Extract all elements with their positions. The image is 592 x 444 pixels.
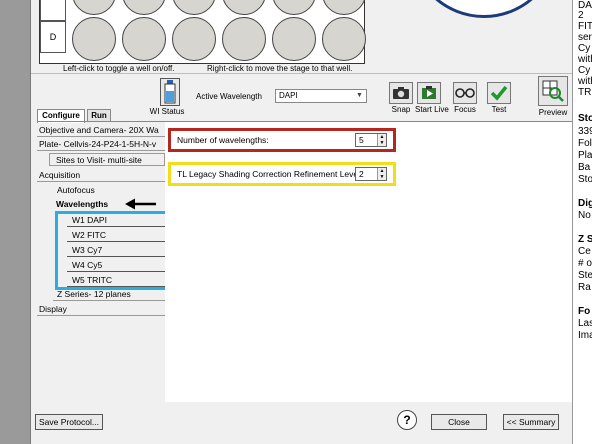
divider: [31, 73, 572, 74]
focus-button[interactable]: Focus: [451, 82, 479, 114]
tree-item-sites[interactable]: Sites to Visit- multi-site: [49, 153, 165, 166]
summary-line: # o: [578, 258, 592, 269]
test-label: Test: [491, 105, 507, 114]
summary-heading: Sto: [578, 113, 592, 124]
camera-icon: [389, 82, 413, 104]
desktop-background: [0, 0, 30, 444]
summary-line: Cy: [578, 65, 591, 76]
focus-label: Focus: [454, 105, 476, 114]
summary-line: Ima: [578, 330, 592, 341]
highlight-box-yellow: TL Legacy Shading Correction Refinement …: [168, 162, 396, 186]
well[interactable]: [122, 0, 166, 15]
tree-item-autofocus[interactable]: Autofocus: [53, 184, 165, 197]
summary-line: No: [578, 210, 591, 221]
num-wavelengths-value: 5: [359, 135, 364, 145]
settings-panel: Number of wavelengths: 5 ▲ ▼ TL Legacy S…: [165, 122, 572, 402]
start-live-button[interactable]: Start Live: [415, 82, 449, 114]
wi-status-label: WI Status: [149, 107, 185, 116]
highlight-box-blue: [55, 211, 181, 290]
chevron-down-icon: ▼: [356, 92, 363, 99]
preview-label: Preview: [538, 108, 568, 117]
well[interactable]: [322, 17, 366, 61]
well[interactable]: [222, 0, 266, 15]
summary-line: Las: [578, 318, 592, 329]
num-wavelengths-stepper[interactable]: 5 ▲ ▼: [355, 133, 387, 147]
arrow-left-icon: [125, 198, 156, 210]
tl-shading-label: TL Legacy Shading Correction Refinement …: [177, 169, 363, 179]
snap-label: Snap: [391, 105, 411, 114]
tree-item-objective[interactable]: Objective and Camera- 20X Wa: [37, 124, 165, 137]
well[interactable]: [172, 0, 216, 15]
spin-down-icon[interactable]: ▼: [377, 174, 386, 180]
row-label-c[interactable]: [40, 0, 66, 21]
summary-line: Ba: [578, 162, 591, 173]
summary-line: Sto: [578, 174, 592, 185]
summary-line: TR: [578, 87, 592, 98]
well-plate-map: D: [39, 0, 366, 64]
save-protocol-button[interactable]: Save Protocol...: [35, 414, 103, 430]
test-button[interactable]: Test: [485, 82, 513, 114]
well[interactable]: [122, 17, 166, 61]
well[interactable]: [272, 0, 316, 15]
tl-shading-value: 2: [359, 169, 364, 179]
spin-down-icon[interactable]: ▼: [377, 140, 386, 146]
row-label-d[interactable]: D: [40, 21, 66, 53]
summary-line: FIT: [578, 21, 592, 32]
well[interactable]: [172, 17, 216, 61]
tree-item-acquisition[interactable]: Acquisition: [37, 169, 165, 182]
well[interactable]: [272, 17, 316, 61]
preview-button[interactable]: Preview: [536, 76, 570, 117]
live-camera-icon: [417, 82, 441, 104]
summary-line: Fol: [578, 138, 592, 149]
tl-shading-stepper[interactable]: 2 ▲ ▼: [355, 167, 387, 181]
summary-line: Pla: [578, 150, 592, 161]
active-wavelength-value: DAPI: [279, 91, 298, 100]
summary-line: 339: [578, 126, 592, 137]
summary-line: with: [578, 54, 592, 65]
tree-item-display[interactable]: Display: [37, 303, 165, 316]
summary-line: with: [578, 76, 592, 87]
tree-item-wavelengths[interactable]: Wavelengths: [53, 198, 123, 211]
snap-button[interactable]: Snap: [387, 82, 415, 114]
summary-line: Ra: [578, 282, 591, 293]
summary-line: Ce: [578, 246, 591, 257]
summary-heading: Dig: [578, 198, 592, 209]
num-wavelengths-label: Number of wavelengths:: [177, 135, 269, 145]
bottom-bar: Save Protocol... ? Close << Summary: [31, 402, 572, 444]
stage-position-circle: [409, 0, 559, 18]
hint-left-click: Left-click to toggle a well on/off.: [63, 64, 175, 73]
summary-button[interactable]: << Summary: [503, 414, 559, 430]
tree-item-plate[interactable]: Plate- Cellvis-24-P24-1-5H-N-v: [37, 138, 165, 151]
active-wavelength-select[interactable]: DAPI ▼: [275, 89, 367, 103]
hint-right-click: Right-click to move the stage to that we…: [207, 64, 353, 73]
summary-line: Ste: [578, 270, 592, 281]
wi-status[interactable]: WI Status: [150, 78, 189, 116]
glasses-icon: [453, 82, 477, 104]
close-button[interactable]: Close: [431, 414, 487, 430]
well[interactable]: [72, 0, 116, 15]
summary-line: 2: [578, 10, 584, 21]
active-wavelength-label: Active Wavelength: [196, 92, 262, 101]
well[interactable]: [72, 17, 116, 61]
bottle-icon: [160, 78, 180, 106]
protocol-tree: Objective and Camera- 20X Wa Plate- Cell…: [37, 122, 181, 402]
plate-acquisition-window: D Left-click to toggle a well on/off. Ri…: [30, 0, 572, 444]
summary-line: Cy: [578, 43, 591, 54]
highlight-box-red: Number of wavelengths: 5 ▲ ▼: [168, 128, 396, 152]
preview-icon: [538, 76, 568, 106]
checkmark-icon: [487, 82, 511, 104]
well[interactable]: [322, 0, 366, 15]
well[interactable]: [222, 17, 266, 61]
summary-line: ser: [578, 32, 592, 43]
summary-heading: Fo: [578, 306, 591, 317]
summary-text-window: DA 2 FIT ser Cy with Cy with TR Sto 339 …: [572, 0, 592, 444]
help-icon[interactable]: ?: [397, 410, 417, 430]
start-live-label: Start Live: [415, 105, 449, 114]
summary-heading: Z S: [578, 234, 592, 245]
